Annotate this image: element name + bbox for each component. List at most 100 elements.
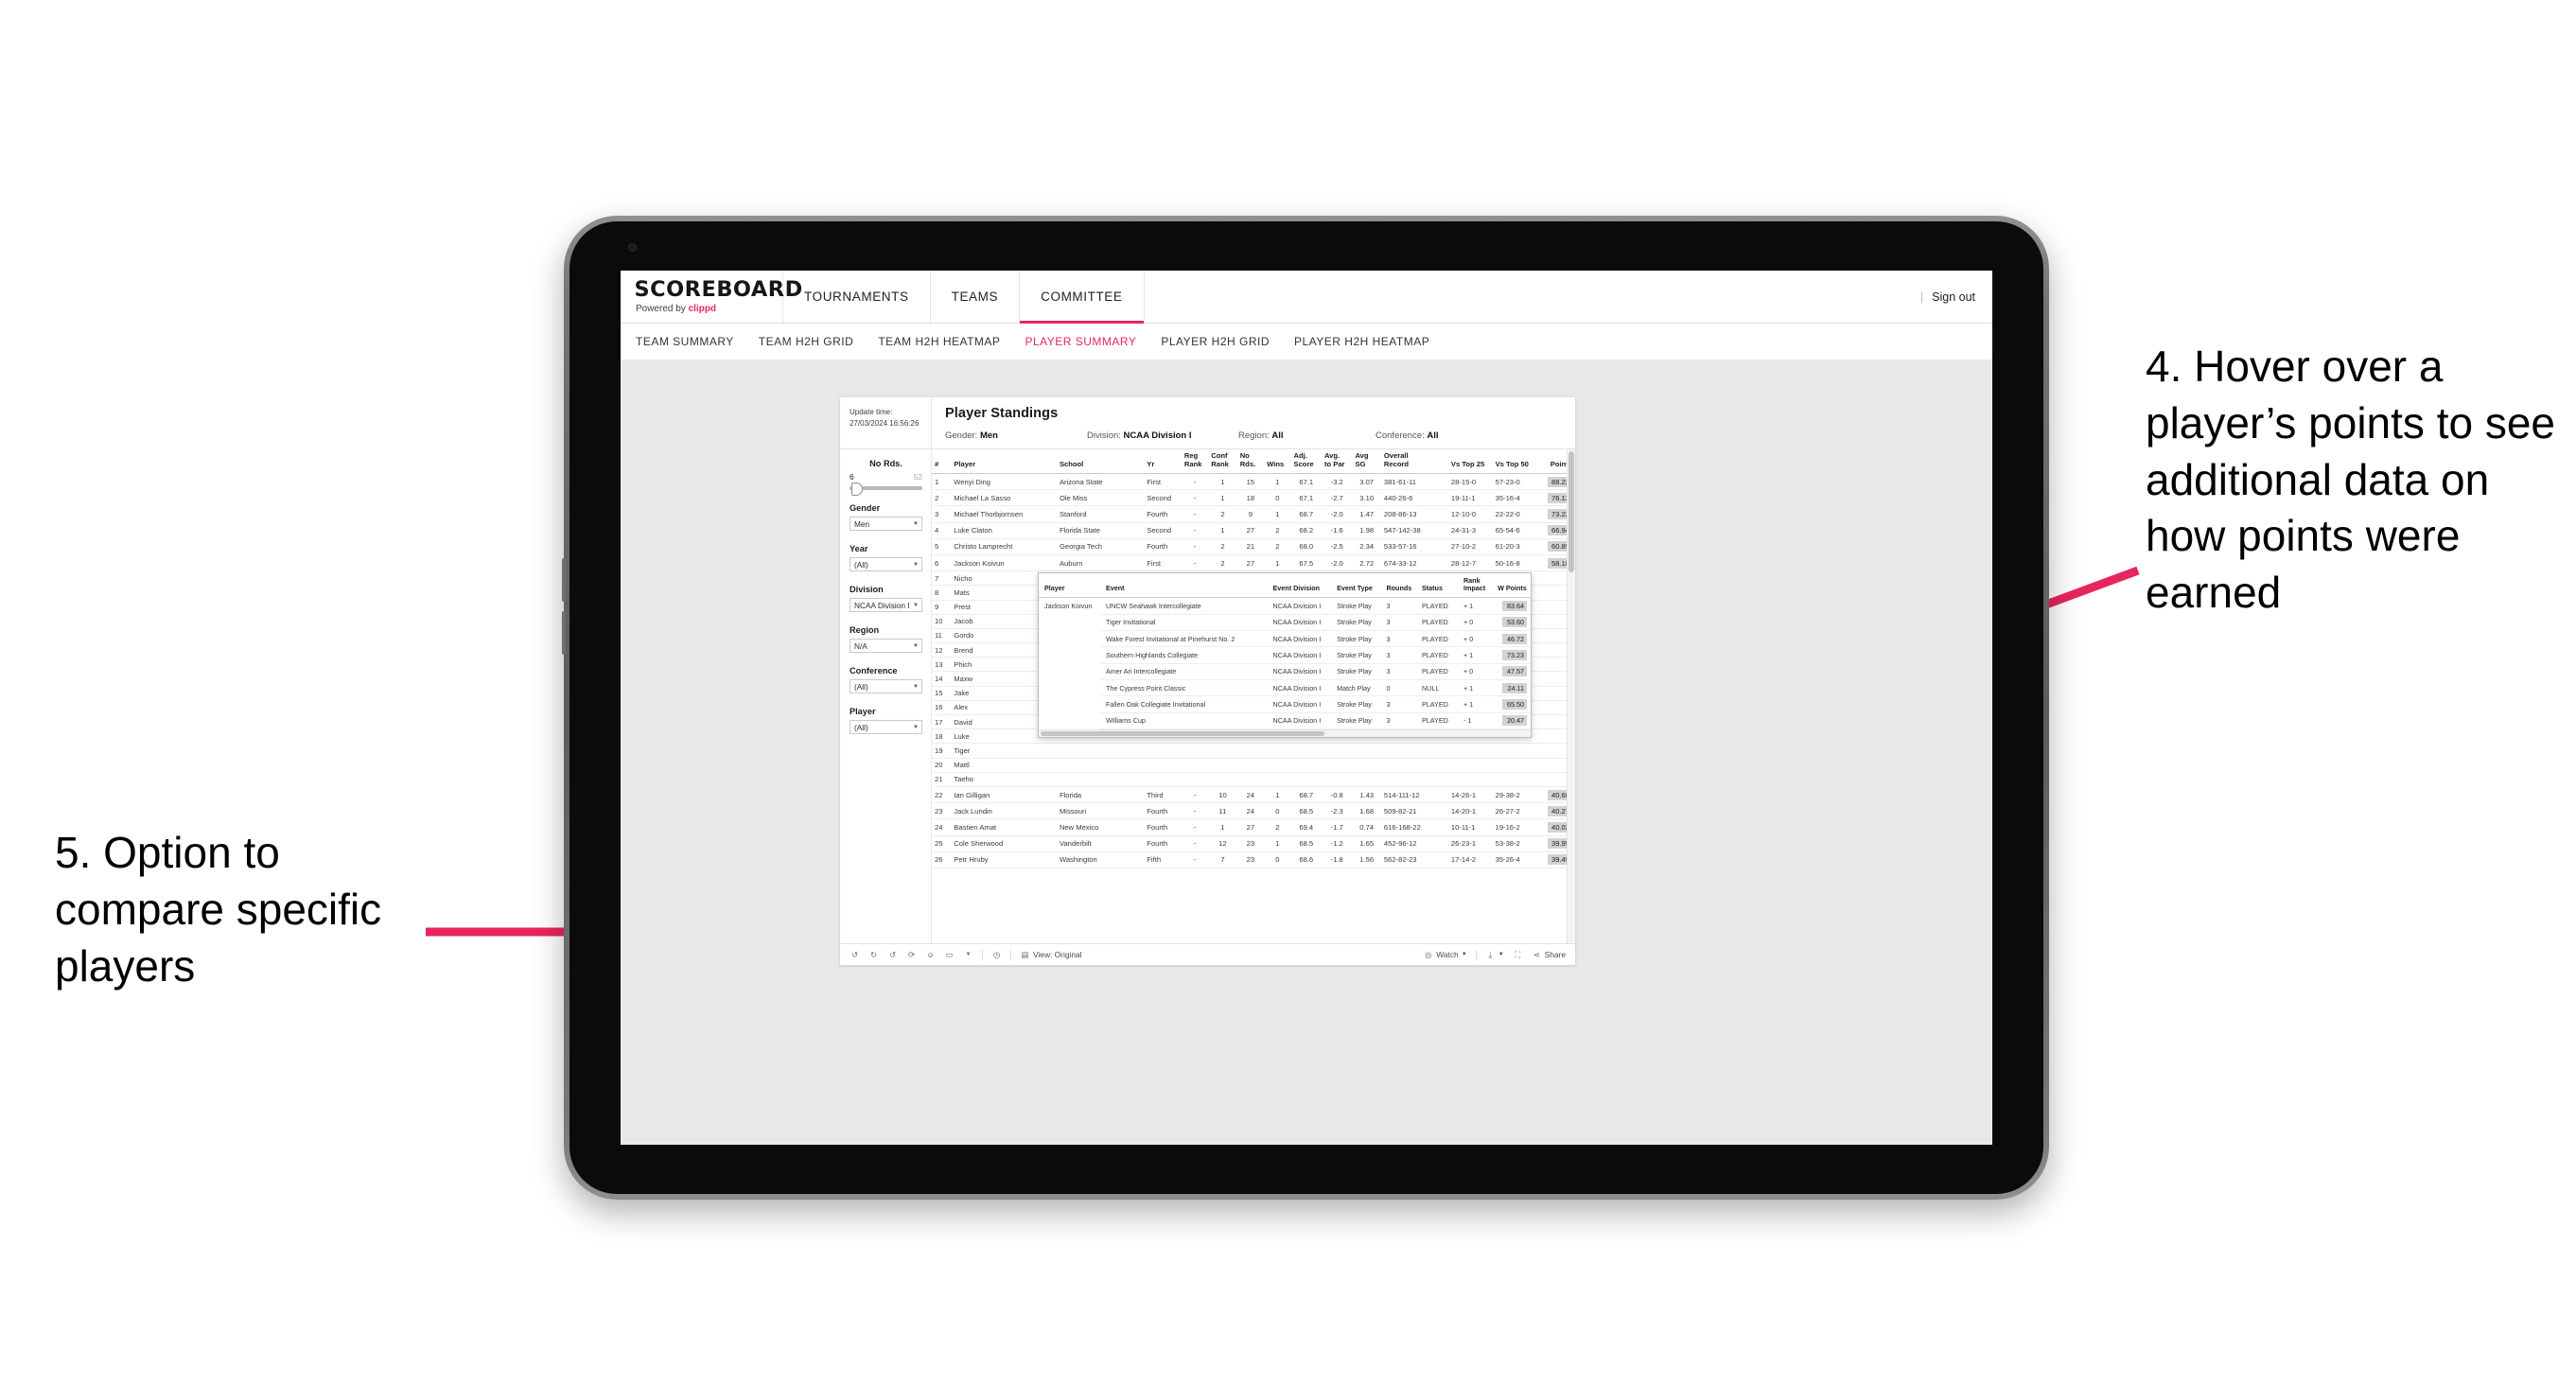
undo-icon[interactable]: ↺	[850, 950, 860, 960]
pause-icon[interactable]: ⎉	[925, 950, 936, 960]
table-cell	[1492, 743, 1537, 759]
top-nav-tournaments[interactable]: TOURNAMENTS	[783, 271, 931, 323]
table-header-cell[interactable]: Yr	[1144, 449, 1182, 474]
vertical-scrollbar[interactable]	[1567, 449, 1575, 943]
table-header-cell[interactable]: Wins	[1264, 449, 1291, 474]
tooltip-scrollbar-thumb[interactable]	[1041, 731, 1324, 736]
table-cell: Tiger	[951, 743, 1057, 759]
watch-button[interactable]: ◎ Watch ▼	[1423, 950, 1467, 960]
top-nav-teams[interactable]: TEAMS	[931, 271, 1021, 323]
logo-wordmark: SCOREBOARD	[634, 277, 803, 302]
table-row[interactable]: 22 Ian Gilligan Florida Third -10 24 1 68.7 -0.8…	[932, 786, 1575, 804]
refresh-icon[interactable]: ⟳	[906, 950, 917, 960]
tooltip-horizontal-scrollbar[interactable]	[1039, 729, 1531, 737]
table-cell: Christo Lamprecht	[951, 538, 1057, 555]
sub-nav-player-h2h-grid[interactable]: PLAYER H2H GRID	[1161, 335, 1270, 348]
filter-gender-select[interactable]: Men ▼	[850, 517, 922, 531]
sub-nav-player-h2h-heatmap[interactable]: PLAYER H2H HEATMAP	[1294, 335, 1429, 348]
slider-handle[interactable]	[851, 482, 863, 496]
table-cell: Fourth	[1144, 505, 1182, 523]
filter-year-select[interactable]: (All) ▼	[850, 557, 922, 571]
filter-division-select[interactable]: NCAA Division I ▼	[850, 598, 922, 612]
table-cell	[1181, 758, 1209, 773]
table-cell: 1	[1208, 818, 1237, 836]
chevron-down-icon: ▼	[1461, 952, 1467, 957]
top-nav-committee[interactable]: COMMITTEE	[1020, 271, 1145, 324]
sign-out-link[interactable]: Sign out	[1932, 290, 1975, 304]
table-row[interactable]: 4 Luke Claton Florida State Second -1 27 2 68.2…	[932, 522, 1575, 539]
tooltip-row: Tiger Invitational NCAA Division I Stroke …	[1039, 614, 1531, 631]
watch-label: Watch	[1436, 950, 1459, 959]
table-header-cell[interactable]: Player	[951, 449, 1057, 474]
tooltip-player-cell	[1039, 680, 1100, 696]
table-cell: 533-57-16	[1380, 538, 1448, 555]
tooltip-cell: PLAYED	[1415, 597, 1458, 615]
table-row[interactable]: 1 Wenyi Ding Arizona State First -1 15 1 67.1 -3…	[932, 473, 1575, 491]
player-standings-table-container[interactable]: # Player School Yr Reg Rank Conf Rank No Rds. Wins…	[932, 449, 1575, 943]
sub-nav-team-summary[interactable]: TEAM SUMMARY	[636, 335, 734, 348]
table-cell: -	[1181, 554, 1209, 572]
table-cell: 17	[932, 714, 952, 730]
filter-conference-select[interactable]: (All) ▼	[850, 679, 922, 693]
tooltip-cell: Fallen Oak Collegiate Invitational	[1099, 695, 1268, 713]
clock-icon[interactable]: ◷	[991, 950, 1002, 960]
view-original-button[interactable]: ▤ View: Original	[1020, 950, 1082, 960]
table-header-cell[interactable]: Adj. Score	[1290, 449, 1322, 474]
table-cell: 514-111-12	[1380, 786, 1448, 804]
sub-nav-team-h2h-heatmap[interactable]: TEAM H2H HEATMAP	[878, 335, 1000, 348]
update-time-value: 27/03/2024 16:56:26	[850, 418, 920, 428]
table-cell: 24	[932, 818, 952, 836]
table-row[interactable]: 3 Michael Thorbjornsen Stanford Fourth -2 9 1 6…	[932, 505, 1575, 523]
tooltip-cell: NCAA Division I	[1267, 630, 1332, 648]
table-row[interactable]: 25 Cole Sherwood Vanderbilt Fourth -12 23 1 68.…	[932, 835, 1575, 852]
table-cell: 23	[932, 802, 952, 820]
table-cell: 21	[932, 772, 952, 787]
table-row[interactable]: 2 Michael La Sasso Ole Miss Second -1 18 0 67.1…	[932, 489, 1575, 507]
table-header-cell[interactable]: Vs Top 50	[1492, 449, 1537, 474]
filter-region-select[interactable]: N/A ▼	[850, 639, 922, 653]
table-header-cell[interactable]: Overall Record	[1380, 449, 1448, 474]
table-header-cell[interactable]: Vs Top 25	[1447, 449, 1493, 474]
sub-nav-player-summary[interactable]: PLAYER SUMMARY	[1025, 335, 1136, 348]
logo[interactable]: SCOREBOARD Powered by clippd	[621, 271, 803, 323]
table-row[interactable]: 6 Jackson Koivun Auburn First -2 27 1 67.5 -2.0 2…	[932, 554, 1575, 572]
table-row[interactable]: 5 Christo Lamprecht Georgia Tech Fourth -2 21…	[932, 538, 1575, 555]
table-row[interactable]: 23 Jack Lundin Missouri Fourth -11 24 0 68.5 -2.…	[932, 802, 1575, 820]
table-cell: 2.72	[1352, 554, 1381, 572]
volume-down-button[interactable]	[562, 611, 566, 655]
fullscreen-icon[interactable]: ⛶	[1513, 950, 1523, 960]
table-cell: -1.2	[1321, 835, 1353, 852]
table-cell	[1447, 758, 1493, 773]
sub-nav-team-h2h-grid[interactable]: TEAM H2H GRID	[759, 335, 854, 348]
table-row[interactable]: 19 Tiger	[932, 743, 1575, 759]
filter-player-select[interactable]: (All) ▼	[850, 720, 922, 734]
range-slider[interactable]	[850, 482, 922, 496]
table-cell: Second	[1144, 522, 1182, 539]
table-header-cell[interactable]: #	[932, 449, 952, 474]
table-cell	[1352, 758, 1381, 773]
tooltip-cell: NCAA Division I	[1267, 646, 1332, 664]
table-row[interactable]: 24 Bastien Amat New Mexico Fourth -1 27 2 69.4-…	[932, 818, 1575, 836]
table-header-cell[interactable]: Reg Rank	[1181, 449, 1209, 474]
table-header-cell[interactable]: Avg. to Par	[1321, 449, 1353, 474]
table-row[interactable]: 21 Taeho	[932, 772, 1575, 787]
redo-icon[interactable]: ↻	[868, 950, 879, 960]
table-header-cell[interactable]: School	[1056, 449, 1145, 474]
volume-up-button[interactable]	[562, 558, 566, 602]
chevron-down-icon[interactable]: ▼	[963, 950, 973, 960]
filter-summary-label: Region:	[1238, 430, 1270, 441]
table-row[interactable]: 26 Petr Hruby Washington Fifth -7 23 0 68.6 -1.8…	[932, 851, 1575, 868]
table-cell	[1380, 772, 1448, 787]
table-header-cell[interactable]: No Rds.	[1236, 449, 1265, 474]
revert-icon[interactable]: ↺	[887, 950, 898, 960]
table-header-cell[interactable]: Avg SG	[1352, 449, 1381, 474]
table-cell	[1380, 758, 1448, 773]
download-button[interactable]: ⤓ ▼	[1485, 950, 1503, 960]
table-row[interactable]: 20 Mattl	[932, 758, 1575, 773]
share-button[interactable]: ⋖ Share	[1532, 950, 1566, 960]
table-cell: 1.98	[1352, 522, 1381, 539]
table-header-cell[interactable]: Conf Rank	[1208, 449, 1237, 474]
scrollbar-thumb[interactable]	[1568, 451, 1574, 572]
table-cell: -	[1181, 489, 1209, 507]
layout-icon[interactable]: ▭	[944, 950, 955, 960]
